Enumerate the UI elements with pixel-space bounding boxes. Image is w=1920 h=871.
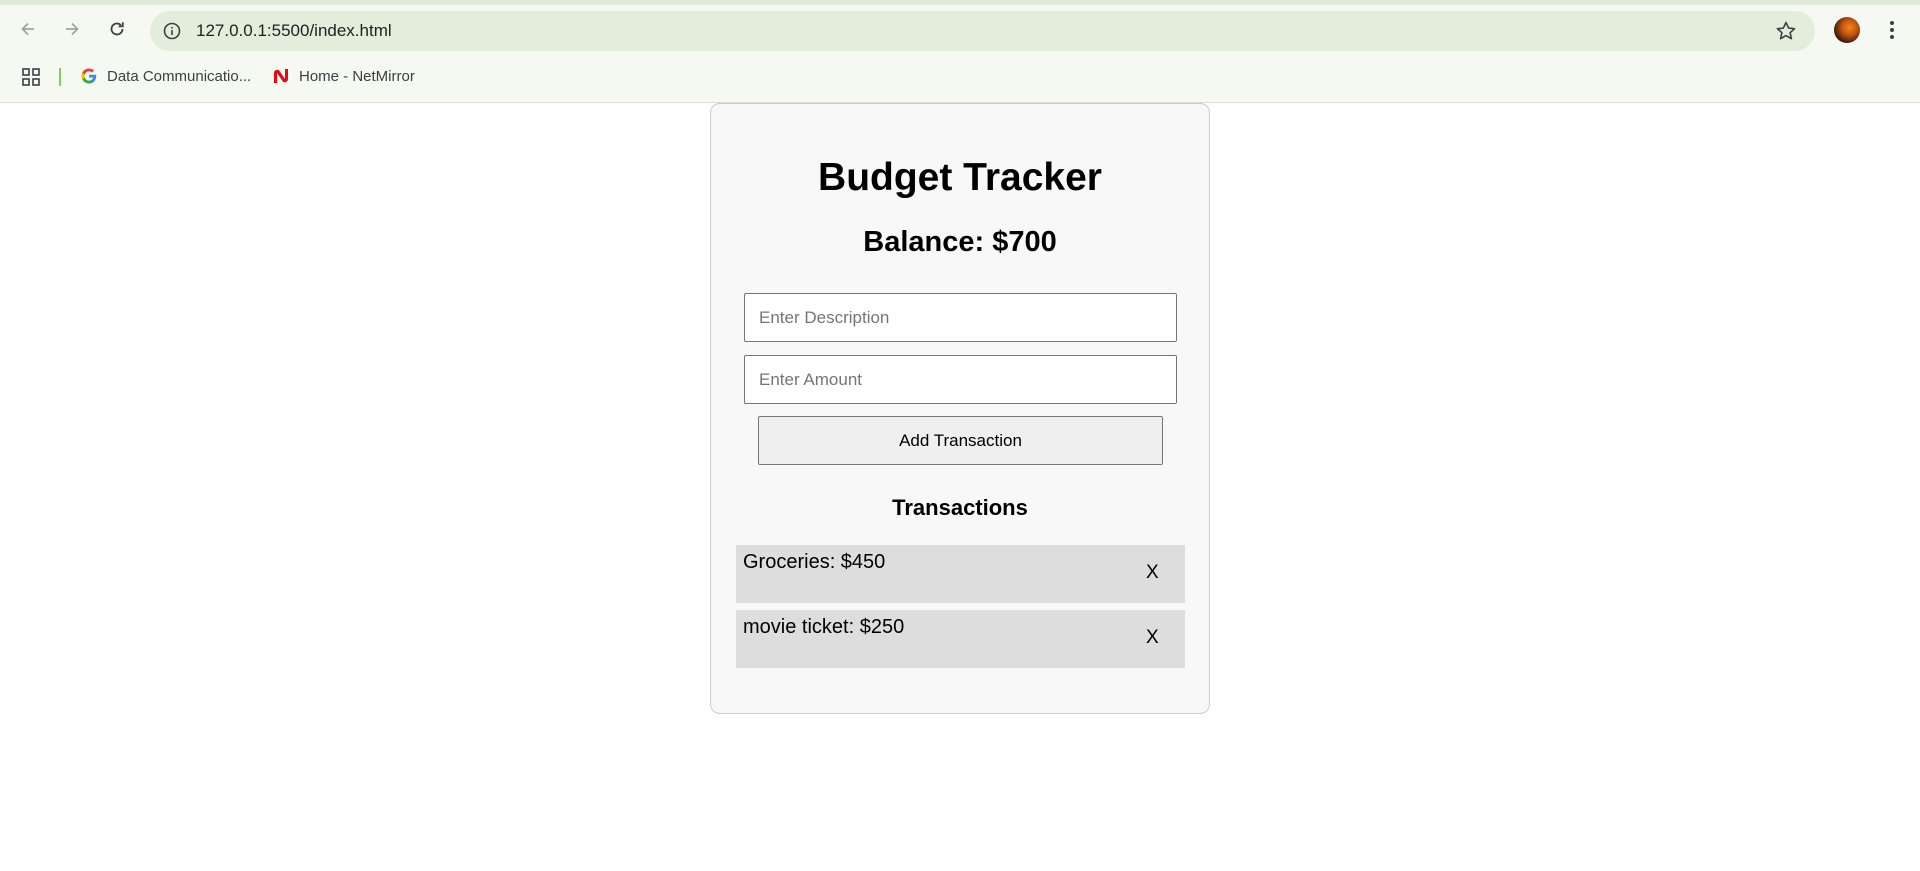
description-input[interactable] <box>744 293 1177 342</box>
google-icon <box>80 67 98 85</box>
reload-icon <box>110 22 124 36</box>
transaction-item: movie ticket: $250 X <box>736 610 1185 668</box>
site-info-icon[interactable] <box>162 21 182 41</box>
back-button[interactable] <box>12 13 44 45</box>
budget-tracker-card: Budget Tracker Balance: $700 Add Transac… <box>710 103 1210 714</box>
delete-transaction-button[interactable]: X <box>1146 627 1159 649</box>
transaction-item: Groceries: $450 X <box>736 545 1185 603</box>
bookmark-label: Home - NetMirror <box>299 67 415 85</box>
forward-arrow-icon <box>66 22 79 36</box>
netmirror-icon <box>272 67 290 85</box>
back-arrow-icon <box>21 22 34 36</box>
add-transaction-button[interactable]: Add Transaction <box>758 416 1163 465</box>
tab-strip <box>0 0 1920 5</box>
delete-transaction-button[interactable]: X <box>1146 562 1159 584</box>
browser-menu-button[interactable] <box>1880 16 1904 44</box>
browser-chrome: 127.0.0.1:5500/index.html Data Communica… <box>0 0 1920 103</box>
amount-input[interactable] <box>744 355 1177 404</box>
bookmark-netmirror[interactable]: Home - NetMirror <box>272 64 415 88</box>
page-title: Budget Tracker <box>818 156 1102 199</box>
bookmarks-separator <box>59 68 61 86</box>
transactions-heading: Transactions <box>892 495 1028 520</box>
apps-grid-icon[interactable] <box>21 67 41 87</box>
profile-avatar[interactable] <box>1834 17 1860 43</box>
transaction-text: movie ticket: $250 <box>743 616 905 638</box>
forward-button[interactable] <box>56 13 88 45</box>
address-bar[interactable]: 127.0.0.1:5500/index.html <box>150 11 1815 51</box>
reload-button[interactable] <box>101 13 133 45</box>
bookmark-star-icon[interactable] <box>1775 20 1797 42</box>
balance-display: Balance: $700 <box>863 226 1057 258</box>
more-vert-icon <box>1890 21 1894 39</box>
bookmark-label: Data Communicatio... <box>107 67 252 85</box>
transactions-list: Groceries: $450 X movie ticket: $250 X <box>736 545 1185 675</box>
bookmarks-bar: Data Communicatio... Home - NetMirror <box>0 60 1920 92</box>
url-text[interactable]: 127.0.0.1:5500/index.html <box>196 21 392 41</box>
transaction-text: Groceries: $450 <box>743 551 886 573</box>
bookmark-data-communication[interactable]: Data Communicatio... <box>80 64 251 88</box>
